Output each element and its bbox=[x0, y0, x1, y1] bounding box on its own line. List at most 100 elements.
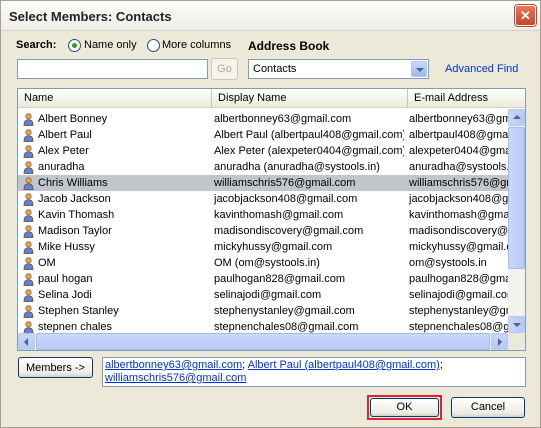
table-row[interactable]: Albert Paul Albert Paul (albertpaul408@gm… bbox=[18, 127, 508, 143]
scroll-down-button[interactable] bbox=[508, 316, 525, 333]
contact-icon bbox=[23, 161, 34, 174]
table-row[interactable]: Selina Jodi selinajodi@gmail.com selinajod… bbox=[18, 287, 508, 303]
table-row[interactable]: Stephen Stanley stephenystanley@gmail.com… bbox=[18, 303, 508, 319]
member-entry[interactable]: williamschris576@gmail.com bbox=[105, 372, 246, 384]
table-row[interactable]: Mike Hussy mickyhussy@gmail.com mickyhussy… bbox=[18, 239, 508, 255]
radio-name-only[interactable] bbox=[68, 39, 81, 52]
cell-email: anuradha@systools.in bbox=[409, 161, 508, 173]
members-button[interactable]: Members -> bbox=[18, 357, 93, 378]
cancel-button-label: Cancel bbox=[470, 401, 506, 413]
cell-email: selinajodi@gmail.com bbox=[409, 289, 508, 301]
cell-email: madisondiscovery@gmail.com bbox=[409, 225, 508, 237]
horizontal-scroll-thumb[interactable] bbox=[36, 333, 490, 350]
title-bar[interactable]: Select Members: Contacts ✕ bbox=[1, 1, 540, 31]
chevron-down-icon[interactable] bbox=[411, 61, 427, 77]
list-header: Name Display Name E-mail Address bbox=[18, 89, 525, 108]
contact-icon bbox=[23, 113, 34, 126]
cell-email: kavinthomash@gmail.com bbox=[409, 209, 508, 221]
member-entry[interactable]: albertbonney63@gmail.com bbox=[105, 359, 242, 371]
cancel-button[interactable]: Cancel bbox=[451, 397, 525, 418]
column-header-name[interactable]: Name bbox=[18, 89, 212, 108]
contact-icon bbox=[23, 145, 34, 158]
member-separator: ; bbox=[439, 359, 443, 371]
ok-button[interactable]: OK bbox=[370, 398, 439, 417]
scroll-thumb[interactable] bbox=[508, 127, 525, 269]
cell-display-name: jacobjackson408@gmail.com bbox=[214, 193, 358, 205]
radio-name-only-label[interactable]: Name only bbox=[84, 39, 137, 51]
scroll-left-button[interactable] bbox=[18, 333, 35, 350]
cell-email: stephenystanley@gmail.com bbox=[409, 305, 508, 317]
cell-display-name: paulhogan828@gmail.com bbox=[214, 273, 346, 285]
cell-name: Chris Williams bbox=[38, 177, 108, 189]
table-row[interactable]: anuradha anuradha (anuradha@systools.in) a… bbox=[18, 159, 508, 175]
select-members-dialog: Select Members: Contacts ✕ Search: Name … bbox=[0, 0, 541, 428]
address-book-select[interactable]: Contacts bbox=[248, 59, 429, 79]
cell-email: paulhogan828@gmail.com bbox=[409, 273, 508, 285]
address-book-label: Address Book bbox=[248, 39, 330, 53]
cell-name: Mike Hussy bbox=[38, 241, 95, 253]
cell-name: Selina Jodi bbox=[38, 289, 92, 301]
table-row[interactable]: Kavin Thomash kavinthomash@gmail.com kavin… bbox=[18, 207, 508, 223]
chevron-down-icon bbox=[513, 323, 521, 327]
horizontal-scrollbar[interactable] bbox=[18, 333, 508, 350]
vertical-scrollbar[interactable] bbox=[508, 109, 525, 333]
table-row[interactable]: Madison Taylor madisondiscovery@gmail.com… bbox=[18, 223, 508, 239]
cell-email: albertpaul408@gmail.com bbox=[409, 129, 508, 141]
contact-icon bbox=[23, 305, 34, 318]
contact-icon bbox=[23, 193, 34, 206]
contact-icon bbox=[23, 225, 34, 238]
cell-name: Kavin Thomash bbox=[38, 209, 115, 221]
radio-more-columns-label[interactable]: More columns bbox=[162, 39, 231, 51]
dialog-title: Select Members: Contacts bbox=[9, 9, 172, 24]
table-row[interactable]: Chris Williams williamschris576@gmail.com… bbox=[18, 175, 508, 191]
cell-email: alexpeter0404@gmail.com bbox=[409, 145, 508, 157]
members-field[interactable]: albertbonney63@gmail.com; Albert Paul (a… bbox=[102, 357, 526, 387]
scroll-right-button[interactable] bbox=[491, 333, 508, 350]
cell-display-name: kavinthomash@gmail.com bbox=[214, 209, 344, 221]
close-button[interactable]: ✕ bbox=[515, 5, 536, 26]
cell-name: anuradha bbox=[38, 161, 85, 173]
contact-icon bbox=[23, 257, 34, 270]
cell-name: Madison Taylor bbox=[38, 225, 112, 237]
search-label: Search: bbox=[16, 39, 57, 51]
cell-display-name: selinajodi@gmail.com bbox=[214, 289, 322, 301]
cell-display-name: mickyhussy@gmail.com bbox=[214, 241, 333, 253]
table-row[interactable]: OM OM (om@systools.in) om@systools.in bbox=[18, 255, 508, 271]
address-book-selected: Contacts bbox=[253, 63, 297, 75]
contacts-list[interactable]: Name Display Name E-mail Address Albert … bbox=[17, 88, 526, 351]
contact-icon bbox=[23, 273, 34, 286]
go-button[interactable]: Go bbox=[211, 58, 238, 80]
close-icon: ✕ bbox=[520, 8, 531, 23]
scroll-up-button[interactable] bbox=[508, 109, 525, 126]
cell-name: Albert Bonney bbox=[38, 113, 108, 125]
search-input[interactable] bbox=[17, 59, 208, 79]
table-row[interactable]: paul hogan paulhogan828@gmail.com paulhoga… bbox=[18, 271, 508, 287]
cell-email: williamschris576@gmail.com bbox=[409, 177, 508, 189]
cell-display-name: stephenystanley@gmail.com bbox=[214, 305, 355, 317]
column-header-email[interactable]: E-mail Address bbox=[408, 89, 525, 108]
cell-name: Jacob Jackson bbox=[38, 193, 111, 205]
column-header-display-name[interactable]: Display Name bbox=[212, 89, 408, 108]
cell-name: Stephen Stanley bbox=[38, 305, 119, 317]
scrollbar-corner bbox=[508, 333, 525, 350]
advanced-find-link[interactable]: Advanced Find bbox=[445, 63, 518, 75]
cell-display-name: williamschris576@gmail.com bbox=[214, 177, 356, 189]
radio-selected-dot bbox=[72, 43, 77, 48]
radio-more-columns[interactable] bbox=[147, 39, 160, 52]
cell-name: Albert Paul bbox=[38, 129, 92, 141]
chevron-left-icon bbox=[24, 338, 28, 346]
go-button-label: Go bbox=[217, 63, 232, 75]
contact-icon bbox=[23, 241, 34, 254]
contact-icon bbox=[23, 129, 34, 142]
ok-button-label: OK bbox=[396, 401, 413, 413]
cell-display-name: anuradha (anuradha@systools.in) bbox=[214, 161, 380, 173]
cell-display-name: madisondiscovery@gmail.com bbox=[214, 225, 364, 237]
member-entry[interactable]: Albert Paul (albertpaul408@gmail.com) bbox=[248, 359, 440, 371]
cell-name: Alex Peter bbox=[38, 145, 89, 157]
table-row[interactable]: Alex Peter Alex Peter (alexpeter0404@gmai… bbox=[18, 143, 508, 159]
table-row[interactable]: Jacob Jackson jacobjackson408@gmail.com ja… bbox=[18, 191, 508, 207]
ok-button-highlight: OK bbox=[367, 395, 442, 420]
contact-icon bbox=[23, 289, 34, 302]
cell-email: albertbonney63@gmail.com bbox=[409, 113, 508, 125]
table-row[interactable]: Albert Bonney albertbonney63@gmail.com alb… bbox=[18, 111, 508, 127]
